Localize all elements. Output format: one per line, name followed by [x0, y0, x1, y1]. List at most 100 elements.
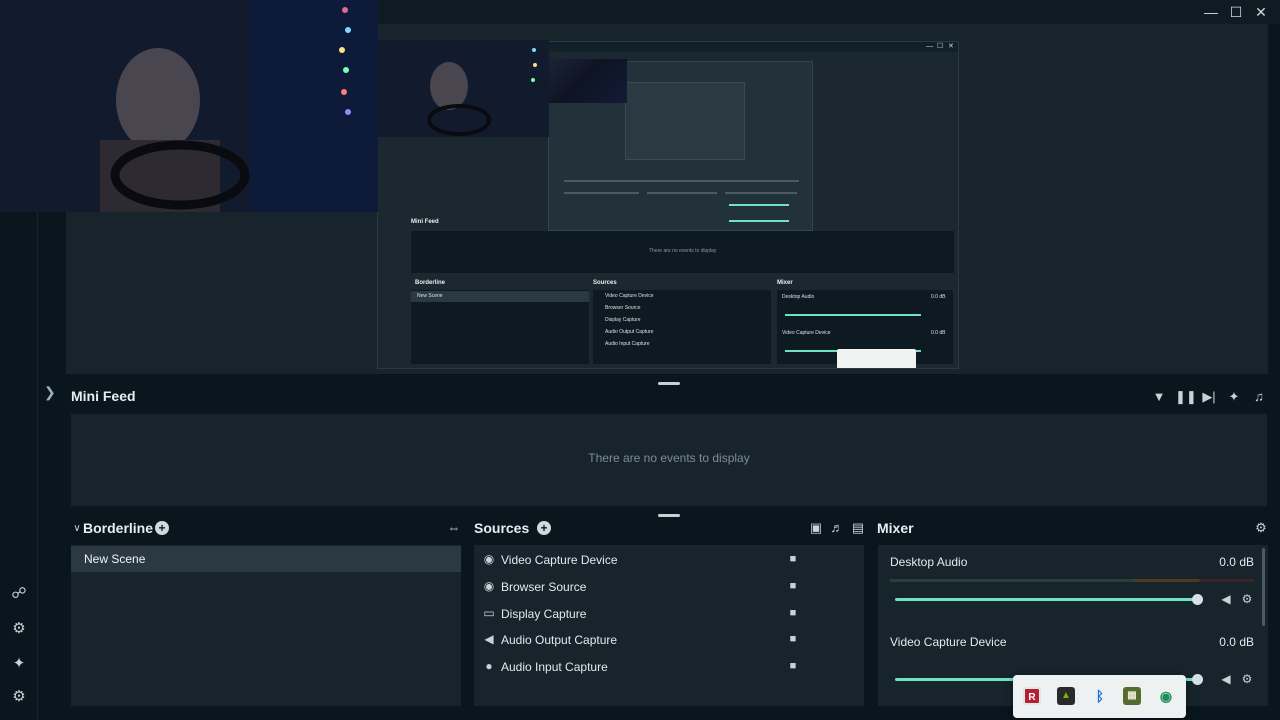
minimize-icon[interactable]: —: [1199, 3, 1223, 21]
sources-list: ◉ Video Capture Device ■ ◉ Browser Sourc…: [474, 545, 864, 706]
nested-volume-bar: [785, 314, 921, 316]
nested-webcam-image: [377, 40, 549, 137]
nested-source-label: Video Capture Device: [605, 293, 654, 299]
pause-icon[interactable]: ❚❚: [1175, 389, 1197, 405]
themes-icon[interactable]: ⚙: [8, 618, 30, 640]
microphone-icon: ●: [485, 659, 493, 673]
deeper-nested-preview: [625, 82, 745, 160]
source-row[interactable]: ● Audio Input Capture ■: [474, 653, 864, 679]
mixer-channel-db: 0.0 dB: [1219, 635, 1254, 649]
speaker-icon: ◀: [484, 632, 494, 646]
source-row[interactable]: ▭ Display Capture ■: [474, 600, 864, 626]
nested-source-label: Audio Output Capture: [605, 329, 654, 335]
scene-label: New Scene: [84, 552, 146, 566]
volume-speaker-icon[interactable]: ◀: [1219, 592, 1233, 606]
nested-tray-popup: [837, 349, 916, 368]
volume-speaker-icon[interactable]: ◀: [1219, 672, 1233, 686]
nested-feed-title: Mini Feed: [411, 219, 439, 225]
scenes-title: Borderline: [83, 520, 154, 536]
feed-empty-text: There are no events to display: [588, 451, 750, 465]
lock-icon[interactable]: ■: [787, 659, 799, 673]
audio-level-meter: [890, 579, 1254, 582]
nested-scenes-title: Borderline: [415, 280, 446, 286]
deep-volume-bar: [729, 204, 789, 206]
volume-slider-knob[interactable]: [1192, 674, 1203, 685]
bluetooth-icon[interactable]: ᛒ: [1091, 687, 1109, 705]
globe-icon: ◉: [483, 579, 495, 593]
studio-mode-icon[interactable]: ☍: [8, 583, 30, 605]
nested-mixer-name: Video Capture Device: [782, 330, 831, 336]
app-tray-icon[interactable]: R: [1023, 687, 1041, 705]
nested-webcam-overlay: [377, 40, 549, 137]
nested-source-label: Display Capture: [605, 317, 641, 323]
source-row[interactable]: ◀ Audio Output Capture ■: [474, 626, 864, 652]
source-label: Browser Source: [501, 580, 587, 594]
deep-webcam-overlay: [549, 59, 627, 103]
lock-icon[interactable]: ■: [787, 579, 799, 593]
webcam-icon: ◉: [483, 552, 495, 566]
webcam-overlay: [0, 0, 378, 212]
sources-title: Sources: [474, 520, 530, 536]
nested-mixer-db: 0.0 dB: [931, 330, 946, 336]
chevron-right-icon[interactable]: ❯: [44, 384, 56, 401]
source-label: Audio Input Capture: [501, 660, 608, 674]
skip-icon[interactable]: ▶|: [1200, 389, 1218, 405]
nested-close-icon: ✕: [948, 43, 954, 50]
nested-maximize-icon: ☐: [937, 43, 944, 50]
scenes-list: New Scene: [71, 545, 461, 706]
mixer-settings-gear-icon[interactable]: ⚙: [1253, 520, 1269, 536]
source-selection-icon[interactable]: ▣: [808, 520, 824, 536]
deep-volume-bar: [729, 220, 789, 222]
security-shield-icon[interactable]: ◉: [1157, 687, 1175, 705]
deep-feed-bar: [564, 180, 799, 182]
lock-icon[interactable]: ■: [787, 632, 799, 646]
lock-icon[interactable]: ■: [787, 606, 799, 620]
settings-gear-icon[interactable]: ⚙: [8, 686, 30, 708]
nested-sources-title: Sources: [593, 280, 617, 286]
mixer-channel-name: Desktop Audio: [890, 555, 968, 569]
source-audio-icon[interactable]: ♬: [829, 520, 845, 536]
nvidia-icon[interactable]: ▲: [1057, 687, 1075, 705]
volume-slider[interactable]: [895, 598, 1198, 601]
mixer-scrollbar[interactable]: [1262, 548, 1265, 626]
deep-scenes-bar: [564, 192, 639, 194]
preview-splitter-handle[interactable]: [658, 382, 680, 385]
channel-settings-gear-icon[interactable]: ⚙: [1240, 592, 1254, 606]
nested-scenes-body: New Scene: [411, 290, 589, 364]
volume-slider-knob[interactable]: [1192, 594, 1203, 605]
nested-mixer-db: 0.0 dB: [931, 294, 946, 300]
transition-icon[interactable]: ⇔: [446, 520, 462, 536]
add-source-button[interactable]: +: [537, 521, 551, 535]
mixer-channel-name: Video Capture Device: [890, 635, 1007, 649]
webcam-feed-image: [0, 0, 378, 212]
scene-item[interactable]: New Scene: [71, 546, 461, 572]
deep-sources-bar: [647, 192, 717, 194]
source-label: Video Capture Device: [501, 553, 618, 567]
mute-alerts-icon[interactable]: ✦: [1225, 389, 1243, 405]
add-scene-button[interactable]: +: [155, 521, 169, 535]
mixer-channel-db: 0.0 dB: [1219, 555, 1254, 569]
close-icon[interactable]: ✕: [1249, 3, 1273, 21]
source-label: Audio Output Capture: [501, 633, 618, 647]
lock-icon[interactable]: ■: [787, 552, 799, 566]
filter-icon[interactable]: ▼: [1150, 389, 1168, 405]
maximize-icon[interactable]: ☐: [1224, 3, 1248, 21]
monitor-app-icon[interactable]: ▦: [1123, 687, 1141, 705]
source-row[interactable]: ◉ Browser Source ■: [474, 573, 864, 599]
sparkle-icon[interactable]: ✦: [8, 653, 30, 675]
nested-source-label: Browser Source: [605, 305, 641, 311]
add-folder-icon[interactable]: ▤: [850, 520, 866, 536]
deep-mixer-bar: [725, 192, 797, 194]
nested-mixer-title: Mixer: [777, 280, 793, 286]
nested-scene-item: New Scene: [411, 291, 589, 302]
source-row[interactable]: ◉ Video Capture Device ■: [474, 546, 864, 572]
feed-splitter-handle[interactable]: [658, 514, 680, 517]
speaker-icon[interactable]: ♫: [1250, 389, 1268, 405]
source-label: Display Capture: [501, 607, 587, 621]
channel-settings-gear-icon[interactable]: ⚙: [1240, 672, 1254, 686]
nested-scene-label: New Scene: [417, 293, 443, 299]
system-tray-popup: R ▲ ᛒ ▦ ◉: [1013, 675, 1186, 718]
nested-source-label: Audio Input Capture: [605, 341, 650, 347]
nested-feed-empty: There are no events to display: [649, 248, 717, 254]
nested-minimize-icon: —: [926, 43, 933, 50]
